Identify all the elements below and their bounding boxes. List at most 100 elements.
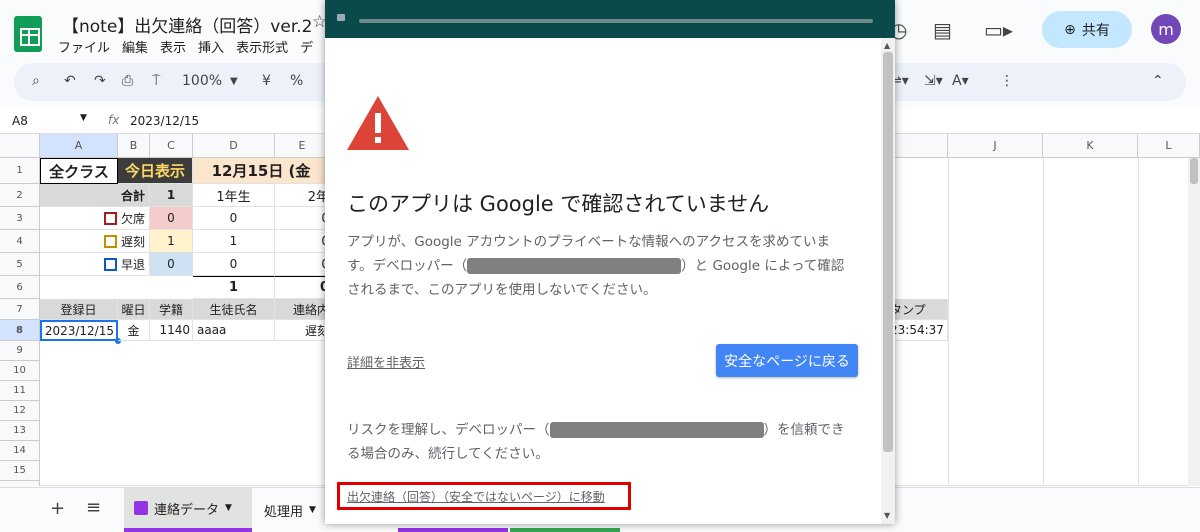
hide-details-link[interactable]: 詳細を非表示 (347, 352, 425, 371)
menu-view[interactable]: 表示 (160, 37, 186, 56)
cell-b7[interactable]: 曜日 (118, 299, 150, 320)
cell-e3[interactable]: 0 (275, 207, 330, 230)
row-header[interactable]: 16 (0, 481, 40, 486)
search-icon[interactable]: ⌕ (32, 73, 40, 89)
col-header-d[interactable]: D (193, 134, 275, 158)
scroll-down-icon[interactable]: ▼ (884, 511, 890, 520)
zoom-select[interactable]: 100% (182, 73, 222, 89)
cell-e7[interactable]: 連絡内 (275, 299, 330, 320)
row-header[interactable]: 11 (0, 381, 40, 401)
scroll-up-icon[interactable]: ▲ (884, 41, 890, 50)
cell-i7[interactable]: タンプ (890, 299, 948, 320)
row-header[interactable]: 3 (0, 207, 40, 230)
cell-d3[interactable]: 0 (193, 207, 275, 230)
cell-c8[interactable]: 1140 (150, 320, 193, 341)
formula-input[interactable]: 2023/12/15 (130, 114, 199, 128)
corner-cell[interactable] (0, 134, 40, 158)
row-header[interactable]: 7 (0, 299, 40, 320)
cell-d1[interactable]: 12月15日 (金 (193, 158, 330, 184)
cell-b5[interactable]: 早退 (40, 253, 150, 276)
row-header[interactable]: 9 (0, 341, 40, 361)
row-header[interactable]: 2 (0, 184, 40, 207)
cell-c3[interactable]: 0 (150, 207, 193, 230)
row-header[interactable]: 13 (0, 421, 40, 441)
dialog-scrollbar-thumb[interactable] (883, 52, 893, 452)
row-header[interactable]: 1 (0, 158, 40, 184)
add-sheet-button[interactable]: + (50, 498, 65, 519)
col-header-a[interactable]: A (40, 134, 118, 158)
col-header-c[interactable]: C (150, 134, 193, 158)
cell-a1[interactable]: 全クラス (40, 158, 118, 184)
col-header-j[interactable]: J (948, 134, 1043, 158)
tab-renraku-data[interactable]: 連絡データ ▼ (124, 488, 252, 532)
menu-format[interactable]: 表示形式 (236, 37, 288, 56)
menu-edit[interactable]: 編集 (122, 37, 148, 56)
cell-e4[interactable]: 0 (275, 230, 330, 253)
chevron-down-icon[interactable]: ▼ (80, 113, 87, 123)
cell-d7[interactable]: 生徒氏名 (193, 299, 275, 320)
cell-c2[interactable]: 1 (150, 184, 193, 207)
avatar[interactable]: m (1151, 14, 1181, 44)
document-title[interactable]: 【note】出欠連絡（回答）ver.2 (62, 12, 312, 37)
cell-d8[interactable]: aaaa (193, 320, 275, 341)
col-header-e[interactable]: E (275, 134, 330, 158)
checkbox-icon[interactable] (103, 211, 117, 225)
row-header[interactable]: 6 (0, 276, 40, 299)
cell-a7[interactable]: 登録日 (40, 299, 118, 320)
scrollbar-thumb[interactable] (1190, 158, 1198, 184)
cell-e8[interactable]: 遅刻 (275, 320, 330, 341)
proceed-unsafe-link[interactable]: 出欠連絡（回答）（安全ではないページ）に移動 (347, 488, 605, 505)
sheets-logo-icon[interactable] (14, 16, 42, 52)
col-header-l[interactable]: L (1138, 134, 1200, 158)
cell-b3[interactable]: 欠席 (40, 207, 150, 230)
cell-b1[interactable]: 今日表示 (118, 158, 193, 184)
cell-a8[interactable]: 2023/12/15 (40, 320, 118, 341)
print-icon[interactable]: ⎙ (122, 73, 133, 89)
row-header[interactable]: 5 (0, 253, 40, 276)
cell-d4[interactable]: 1 (193, 230, 275, 253)
paint-format-icon[interactable]: ⍑ (152, 73, 160, 89)
row-header[interactable]: 4 (0, 230, 40, 253)
vertical-scrollbar[interactable] (1188, 158, 1200, 486)
row-header[interactable]: 15 (0, 461, 40, 481)
undo-icon[interactable]: ↶ (64, 73, 76, 89)
menu-file[interactable]: ファイル (58, 37, 110, 56)
currency-button[interactable]: ¥ (262, 73, 271, 89)
back-to-safety-button[interactable]: 安全なページに戻る (716, 344, 858, 377)
collapse-icon[interactable]: ⌃ (1152, 73, 1164, 89)
name-box[interactable]: A8 (12, 114, 28, 128)
checkbox-icon[interactable] (103, 257, 117, 271)
tab-shoriyou[interactable]: 処理用 ▼ (252, 488, 326, 532)
cell-c5[interactable]: 0 (150, 253, 193, 276)
comment-icon[interactable]: ▤ (933, 18, 952, 42)
redo-icon[interactable]: ↷ (94, 73, 106, 89)
cell-e2[interactable]: 2年 (275, 184, 330, 207)
percent-button[interactable]: % (290, 73, 303, 89)
cell-b2[interactable]: 合計 (40, 184, 150, 207)
cell-e5[interactable]: 0 (275, 253, 330, 276)
share-button[interactable]: ⊕ 共有 (1042, 11, 1132, 48)
col-header-b[interactable]: B (118, 134, 150, 158)
cell-b4[interactable]: 遅刻 (40, 230, 150, 253)
row-header[interactable]: 10 (0, 361, 40, 381)
row-header[interactable]: 8 (0, 320, 40, 341)
cell-d5[interactable]: 0 (193, 253, 275, 276)
cell-d6[interactable]: 1 (193, 276, 275, 299)
cell-c7[interactable]: 学籍 (150, 299, 193, 320)
chevron-down-icon[interactable]: ▼ (230, 76, 238, 87)
row-header[interactable]: 12 (0, 401, 40, 421)
cell-i8[interactable]: 23:54:37 (890, 320, 948, 341)
meet-icon[interactable]: ▭▸ (984, 18, 1013, 42)
more-icon[interactable]: ⋮ (1000, 73, 1014, 89)
chevron-down-icon[interactable]: ▼ (225, 503, 232, 513)
all-sheets-button[interactable]: ≡ (86, 497, 101, 518)
text-wrap-icon[interactable]: ⇲▾ (924, 73, 943, 89)
chevron-down-icon[interactable]: ▼ (309, 505, 316, 515)
menu-data[interactable]: デ (300, 37, 313, 56)
checkbox-icon[interactable] (103, 234, 117, 248)
col-header-i[interactable] (895, 134, 948, 158)
menu-insert[interactable]: 挿入 (198, 37, 224, 56)
cell-d2[interactable]: 1年生 (193, 184, 275, 207)
cell-e6[interactable]: 0 (275, 276, 330, 299)
cell-c4[interactable]: 1 (150, 230, 193, 253)
